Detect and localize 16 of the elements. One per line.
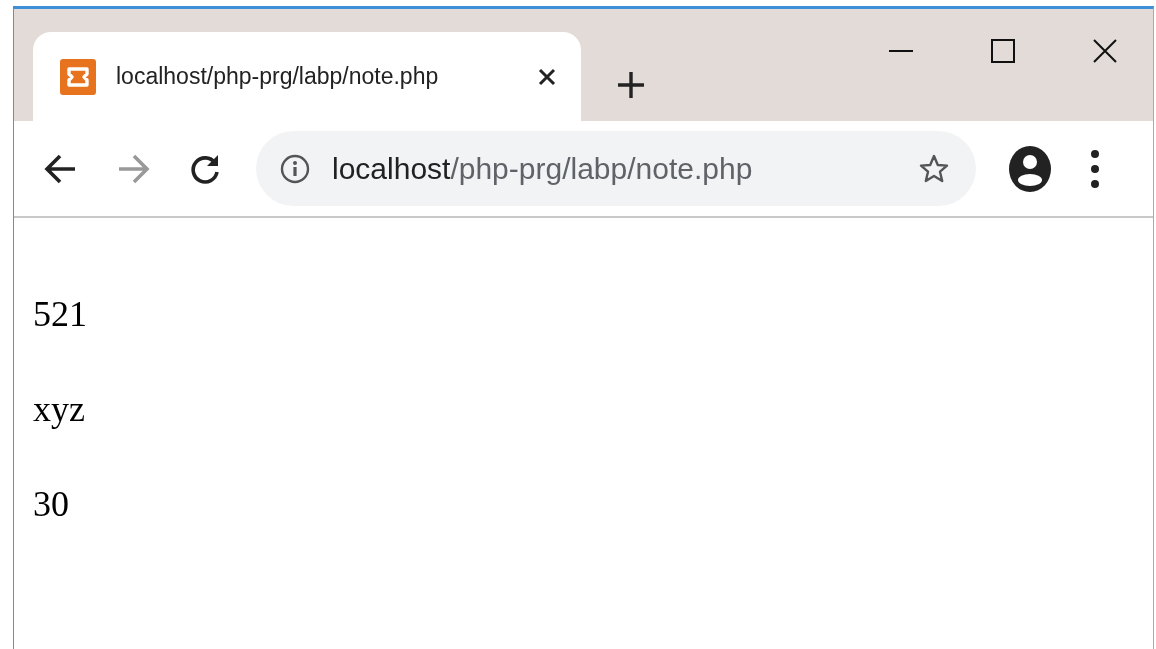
account-icon[interactable] <box>1008 144 1052 193</box>
close-icon[interactable] <box>1093 39 1117 63</box>
page-text: 30 <box>33 483 70 526</box>
browser-tab[interactable]: localhost/php-prg/labp/note.php <box>33 32 581 121</box>
close-icon[interactable] <box>537 66 557 87</box>
app-logo-icon <box>60 58 96 95</box>
menu-icon[interactable] <box>1090 148 1100 189</box>
info-icon <box>280 153 310 184</box>
page-text: xyz <box>33 388 86 431</box>
maximize-icon[interactable] <box>991 39 1015 63</box>
star-icon[interactable] <box>918 152 950 185</box>
page-text: 521 <box>33 293 88 336</box>
new-tab-icon[interactable] <box>617 71 645 99</box>
url-text: localhost/php-prg/labp/note.php <box>332 151 753 186</box>
address-field[interactable]: localhost/php-prg/labp/note.php <box>256 131 976 206</box>
tab-title: localhost/php-prg/labp/note.php <box>116 63 440 90</box>
